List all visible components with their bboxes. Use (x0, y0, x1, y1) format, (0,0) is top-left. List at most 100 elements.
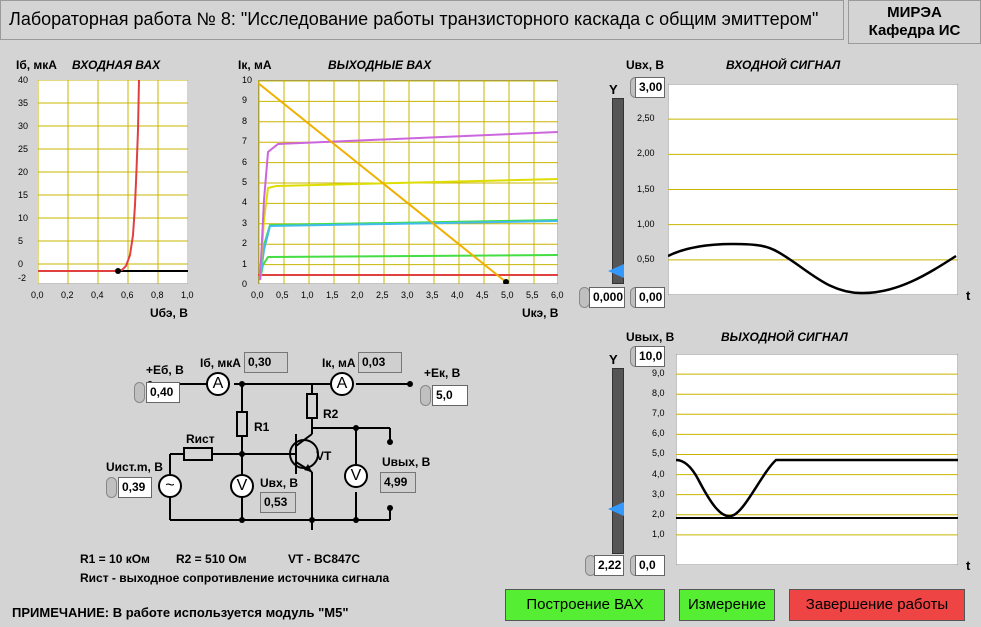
finish-button[interactable]: Завершение работы (789, 589, 965, 621)
output-vax-ytick: 4 (242, 197, 248, 208)
output-vax-xtick: 4,0 (451, 290, 464, 300)
r1-value-label: R1 = 10 кОм (80, 552, 150, 566)
output-vax-title: ВЫХОДНЫЕ ВАХ (328, 58, 432, 72)
output-vax-xtick: 0,5 (276, 290, 289, 300)
output-vax-ytick: 2 (242, 238, 248, 249)
output-signal-ylabel: Uвых, В (626, 330, 675, 344)
ik-indicator: 0,03 (358, 352, 402, 373)
output-vax-xtick: 3,5 (426, 290, 439, 300)
build-vax-button[interactable]: Построение ВАХ (505, 589, 665, 621)
input-vax-plot (38, 80, 188, 284)
input-vax-ytick: 0 (18, 259, 24, 269)
input-signal-t-label: t (966, 288, 971, 303)
uvyx-label: Uвых, В (382, 455, 431, 469)
input-vax-ytick: 35 (18, 98, 29, 108)
uist-spinner[interactable] (106, 477, 117, 498)
input-vax-xlabel: Uбэ, В (150, 306, 188, 320)
org-badge: МИРЭА Кафедра ИС (848, 0, 981, 44)
output-signal-ytick: 5,0 (652, 448, 665, 459)
input-vax-ytick: 40 (18, 75, 29, 85)
voltmeter-input: V (230, 474, 254, 498)
rist-note: Rист - выходное сопротивление источника … (80, 571, 390, 585)
input-signal-scale-max[interactable]: 3,00 (635, 77, 665, 98)
uvx-label: Uвх, В (260, 476, 299, 490)
department-name: Кафедра ИС (868, 22, 961, 39)
output-signal-slider-label: Y (609, 352, 618, 367)
input-vax-ytick: 10 (18, 213, 29, 223)
output-vax-ytick: 10 (242, 75, 253, 85)
output-signal-ytick: 7,0 (652, 408, 665, 419)
eb-label: +Eб, В (146, 363, 184, 377)
input-signal-scale-min[interactable]: 0,00 (635, 287, 665, 308)
output-signal-title: ВЫХОДНОЙ СИГНАЛ (721, 330, 848, 344)
input-signal-ytick: 1,50 (637, 183, 655, 194)
vt-value-label: VT - BC847C (288, 552, 361, 566)
output-vax-ytick: 1 (242, 258, 248, 269)
output-signal-plot (676, 354, 958, 565)
output-signal-ytick: 1,0 (652, 528, 665, 539)
input-vax-xtick: 0,2 (61, 290, 74, 300)
input-vax-ytick: 20 (18, 167, 29, 177)
output-signal-slider-pointer[interactable] (608, 502, 624, 516)
rist-label: Rист (186, 432, 215, 446)
output-vax-ytick: 6 (242, 156, 248, 167)
vt-label: VT (316, 449, 332, 463)
input-signal-ytick: 0,50 (637, 253, 655, 264)
output-signal-ytick: 6,0 (652, 428, 665, 439)
input-signal-slider-pointer[interactable] (608, 264, 624, 278)
org-name: МИРЭА (887, 4, 942, 21)
eb-input[interactable]: 0,40 (146, 382, 180, 403)
input-signal-ylabel: Uвх, В (626, 58, 665, 72)
output-vax-ytick: 7 (242, 136, 248, 147)
input-vax-ytick: 5 (18, 236, 24, 246)
ib-label: Iб, мкА (200, 356, 241, 370)
input-signal-ytick: 2,50 (637, 113, 655, 124)
output-signal-ytick: 3,0 (652, 488, 665, 499)
ek-spinner[interactable] (420, 385, 431, 406)
eb-spinner[interactable] (134, 382, 145, 403)
input-vax-operating-point (115, 268, 121, 274)
input-vax-xtick: 1,0 (181, 290, 194, 300)
input-signal-y-slider[interactable] (612, 98, 624, 284)
input-vax-ytick: 30 (18, 121, 29, 131)
output-signal-scale-max[interactable]: 10,0 (635, 346, 665, 367)
input-vax-ytick: -2 (18, 273, 27, 283)
output-vax-ytick: 3 (242, 217, 248, 228)
output-vax-xtick: 1,0 (301, 290, 314, 300)
output-signal-t-label: t (966, 558, 971, 573)
output-signal-ytick: 9,0 (652, 368, 665, 379)
measure-button[interactable]: Измерение (679, 589, 775, 621)
ik-label: Iк, мА (322, 356, 356, 370)
ammeter-collector: A (330, 372, 354, 396)
ammeter-base: A (206, 372, 230, 396)
output-vax-ytick: 8 (242, 115, 248, 126)
input-vax-xtick: 0,4 (91, 290, 104, 300)
uist-input[interactable]: 0,39 (118, 477, 152, 498)
window-title: Лабораторная работа № 8: "Исследование р… (0, 0, 844, 40)
output-signal-y-slider[interactable] (612, 368, 624, 554)
input-vax-ytick: 25 (18, 144, 29, 154)
output-vax-xtick: 4,5 (476, 290, 489, 300)
output-vax-xtick: 5,0 (501, 290, 514, 300)
output-vax-xtick: 6,0 (551, 290, 564, 300)
output-vax-xtick: 1,5 (326, 290, 339, 300)
r1-label: R1 (254, 420, 270, 434)
output-signal-scale-min[interactable]: 0,0 (635, 555, 665, 576)
input-vax-xtick: 0,8 (151, 290, 164, 300)
input-vax-ytick: 15 (18, 190, 29, 200)
input-signal-title: ВХОДНОЙ СИГНАЛ (726, 58, 841, 72)
output-signal-slider-value[interactable]: 2,22 (594, 555, 624, 576)
module-note: ПРИМЕЧАНИЕ: В работе используется модуль… (12, 605, 349, 620)
input-signal-ytick: 2,00 (637, 148, 655, 159)
input-signal-ytick: 1,00 (637, 218, 655, 229)
uvyx-indicator: 4,99 (380, 472, 416, 493)
input-signal-slider-value[interactable]: 0,000 (589, 287, 625, 308)
output-vax-xlabel: Uкэ, В (522, 306, 559, 320)
ib-indicator: 0,30 (244, 352, 288, 373)
output-vax-ytick: 9 (242, 95, 248, 106)
ek-label: +Eк, В (424, 366, 461, 380)
input-vax-xtick: 0,0 (31, 290, 44, 300)
signal-source-symbol: ~ (158, 474, 182, 498)
uist-label: Uист.m, В (106, 460, 163, 474)
ek-input[interactable]: 5,0 (432, 385, 468, 406)
